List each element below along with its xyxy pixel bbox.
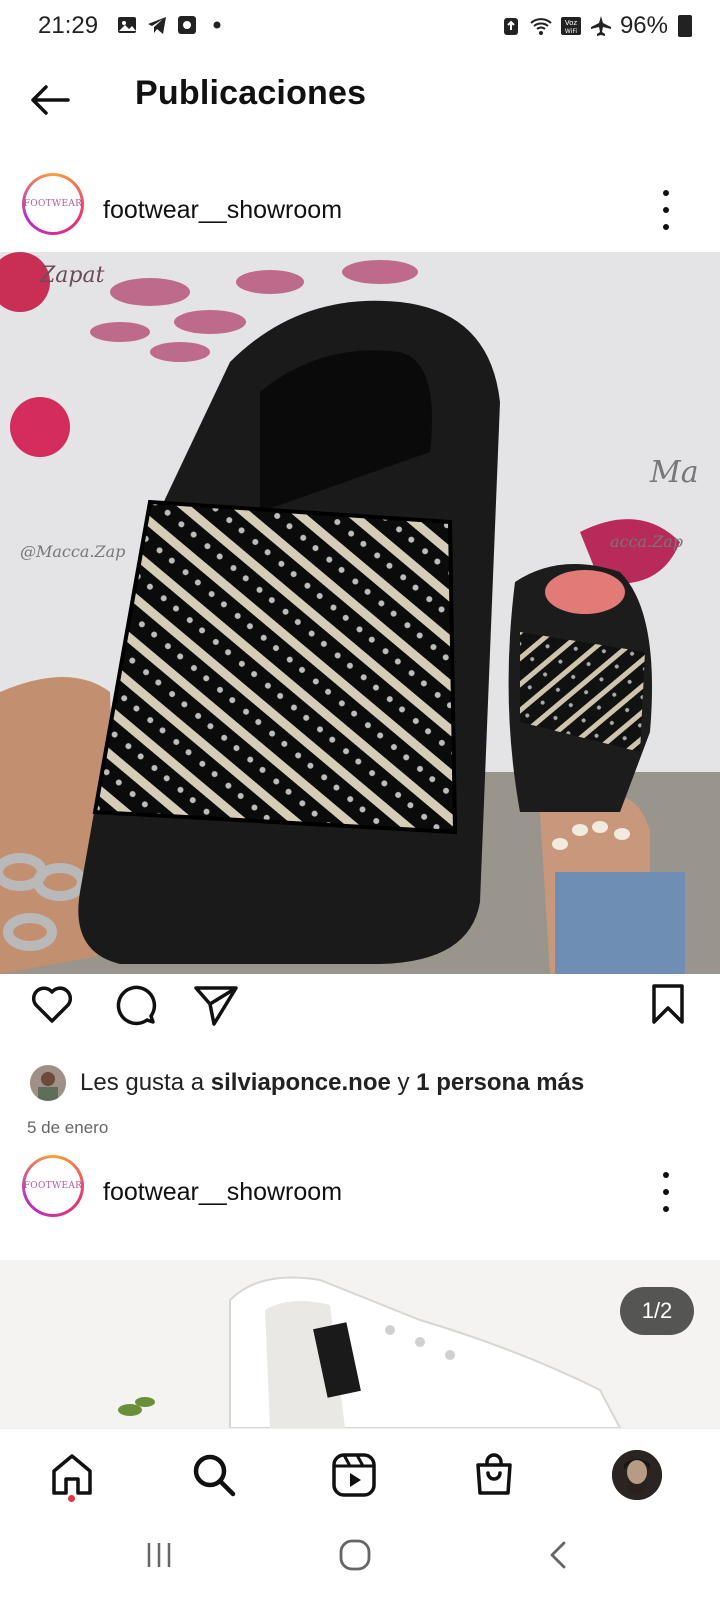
avatar-logo: FOOTWEAR — [23, 199, 83, 209]
post-image[interactable] — [0, 1260, 720, 1428]
battery-percent: 96% — [619, 12, 668, 39]
status-right: Voz WiFi 96% — [500, 12, 668, 40]
gallery-icon — [118, 17, 136, 33]
post-header: FOOTWEAR footwear__showroom — [0, 168, 720, 252]
svg-text:Ma: Ma — [649, 455, 699, 490]
post-date: 5 de enero — [27, 1118, 109, 1137]
telegram-icon — [148, 17, 166, 34]
like-button[interactable] — [28, 980, 76, 1028]
likes-prefix: Les gusta a — [80, 1069, 211, 1096]
carousel-counter: 1/2 — [620, 1287, 694, 1335]
status-left-icons — [116, 14, 228, 36]
save-button[interactable] — [644, 980, 692, 1028]
likes-row[interactable]: Les gusta a silviaponce.noe y 1 persona … — [30, 1065, 584, 1101]
post-username[interactable]: footwear__showroom — [103, 196, 342, 225]
battery-icon — [678, 15, 692, 37]
share-button[interactable] — [192, 980, 240, 1028]
svg-text:@Macca.Zap: @Macca.Zap — [20, 542, 125, 561]
system-back-icon[interactable] — [544, 1540, 574, 1570]
svg-text:acca.Zap: acca.Zap — [610, 532, 683, 551]
shop-icon[interactable] — [470, 1451, 518, 1499]
liker-username[interactable]: silviaponce.noe — [211, 1069, 391, 1096]
voz-wifi-icon: VozWiFi — [560, 17, 581, 35]
post-avatar[interactable]: FOOTWEAR — [22, 1155, 84, 1217]
post-avatar[interactable]: FOOTWEAR — [22, 173, 84, 235]
liker-avatar[interactable] — [30, 1065, 66, 1101]
sneaker-photo — [0, 1260, 720, 1428]
status-bar: 21:29 Voz WiFi 96% — [0, 0, 720, 52]
page-title: Publicaciones — [135, 74, 367, 112]
wifi-icon — [530, 18, 552, 35]
sandal-photo: Zapat @Macca.Zap Ma acca.Zap — [0, 252, 720, 974]
avatar-logo: FOOTWEAR — [23, 1181, 83, 1191]
reels-icon[interactable] — [330, 1451, 378, 1499]
more-options-button[interactable] — [656, 1172, 676, 1212]
comment-button[interactable] — [111, 980, 159, 1028]
airplane-icon — [590, 16, 611, 36]
dot-icon — [213, 21, 221, 29]
recycle-icon — [503, 18, 518, 35]
more-options-button[interactable] — [656, 190, 676, 230]
svg-text:Zapat: Zapat — [39, 263, 105, 288]
home-system-icon[interactable] — [338, 1538, 372, 1572]
post-username[interactable]: footwear__showroom — [103, 1178, 342, 1207]
svg-text:WiFi: WiFi — [565, 28, 577, 35]
media-icon — [178, 16, 196, 34]
home-icon[interactable] — [48, 1451, 96, 1499]
likes-text: Les gusta a silviaponce.noe y 1 persona … — [80, 1069, 584, 1097]
likes-connector: y — [390, 1069, 417, 1096]
search-icon[interactable] — [190, 1451, 238, 1499]
status-time: 21:29 — [38, 12, 99, 39]
profile-avatar[interactable] — [612, 1450, 662, 1500]
home-notification-dot — [68, 1495, 75, 1502]
post-image[interactable]: Zapat @Macca.Zap Ma acca.Zap — [0, 252, 720, 974]
back-button[interactable] — [26, 75, 76, 125]
likes-others[interactable]: 1 persona más — [416, 1069, 584, 1096]
recent-apps-icon[interactable] — [144, 1540, 174, 1570]
post-header: FOOTWEAR footwear__showroom — [0, 1150, 720, 1234]
svg-text:Voz: Voz — [565, 19, 578, 27]
